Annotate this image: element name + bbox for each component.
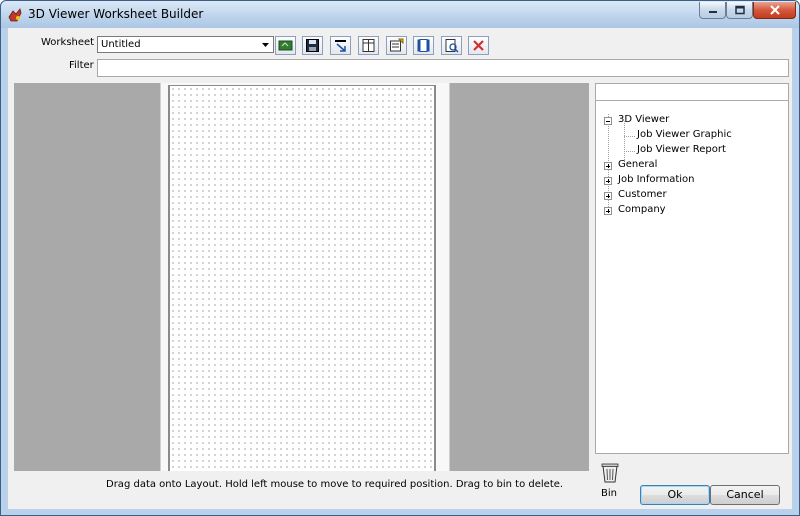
columns-icon	[362, 39, 375, 52]
expand-icon[interactable]	[604, 192, 612, 200]
minimize-icon	[708, 11, 717, 13]
ok-button[interactable]: Ok	[640, 485, 710, 505]
tree-item-customer[interactable]: Customer	[618, 189, 667, 200]
window-title: 3D Viewer Worksheet Builder	[28, 7, 204, 21]
layout-canvas[interactable]	[14, 83, 589, 471]
page-layout-icon	[417, 39, 430, 52]
worksheet-select[interactable]: Untitled	[97, 36, 274, 53]
print-preview-button[interactable]	[441, 36, 462, 55]
new-worksheet-button[interactable]	[275, 36, 296, 55]
cancel-button[interactable]: Cancel	[710, 485, 780, 505]
chevron-down-icon	[262, 43, 269, 47]
maximize-button[interactable]	[726, 2, 753, 19]
page-layout-button[interactable]	[413, 36, 434, 55]
columns-button[interactable]	[358, 36, 379, 55]
tree-item-general[interactable]: General	[618, 159, 657, 170]
import-icon	[335, 40, 346, 52]
page-margin-band	[160, 83, 450, 471]
tree-item-job-viewer-graphic[interactable]: Job Viewer Graphic	[637, 129, 732, 140]
bin-label: Bin	[601, 488, 617, 499]
client-area: Worksheet Untitled Filter Drag data onto…	[8, 28, 792, 509]
title-bar[interactable]: 3D Viewer Worksheet Builder	[1, 1, 799, 28]
layout-page[interactable]	[168, 85, 436, 471]
status-hint: Drag data onto Layout. Hold left mouse t…	[106, 479, 564, 490]
data-field-tree[interactable]: 3D Viewer Job Viewer Graphic Job Viewer …	[595, 100, 789, 454]
properties-icon	[390, 38, 404, 52]
new-worksheet-icon	[278, 40, 293, 51]
import-button[interactable]	[330, 36, 351, 55]
app-icon	[8, 8, 22, 22]
expand-icon[interactable]	[604, 162, 612, 170]
save-button[interactable]	[302, 36, 323, 55]
filter-label: Filter	[69, 60, 94, 71]
expand-icon[interactable]	[604, 177, 612, 185]
trash-bin-icon[interactable]	[599, 461, 621, 483]
close-icon	[769, 5, 780, 15]
save-icon	[306, 39, 319, 52]
delete-button[interactable]	[468, 36, 489, 55]
minimize-button[interactable]	[699, 2, 726, 19]
collapse-icon[interactable]	[604, 117, 612, 125]
tree-connector	[624, 136, 635, 137]
tree-search-input[interactable]	[595, 83, 789, 101]
delete-icon	[473, 40, 484, 51]
tree-item-company[interactable]: Company	[618, 204, 666, 215]
filter-input[interactable]	[97, 59, 789, 77]
tree-item-job-viewer-report[interactable]: Job Viewer Report	[637, 144, 726, 155]
tree-connector	[624, 151, 635, 152]
close-button[interactable]	[753, 2, 796, 19]
worksheet-value: Untitled	[101, 39, 141, 50]
maximize-icon	[734, 5, 745, 15]
worksheet-label: Worksheet	[41, 37, 95, 48]
expand-icon[interactable]	[604, 207, 612, 215]
tree-item-3d-viewer[interactable]: 3D Viewer	[618, 114, 669, 125]
tree-item-job-information[interactable]: Job Information	[618, 174, 694, 185]
print-preview-icon	[445, 39, 459, 53]
properties-button[interactable]	[386, 36, 407, 55]
main-window: 3D Viewer Worksheet Builder Worksheet Un…	[0, 0, 800, 516]
